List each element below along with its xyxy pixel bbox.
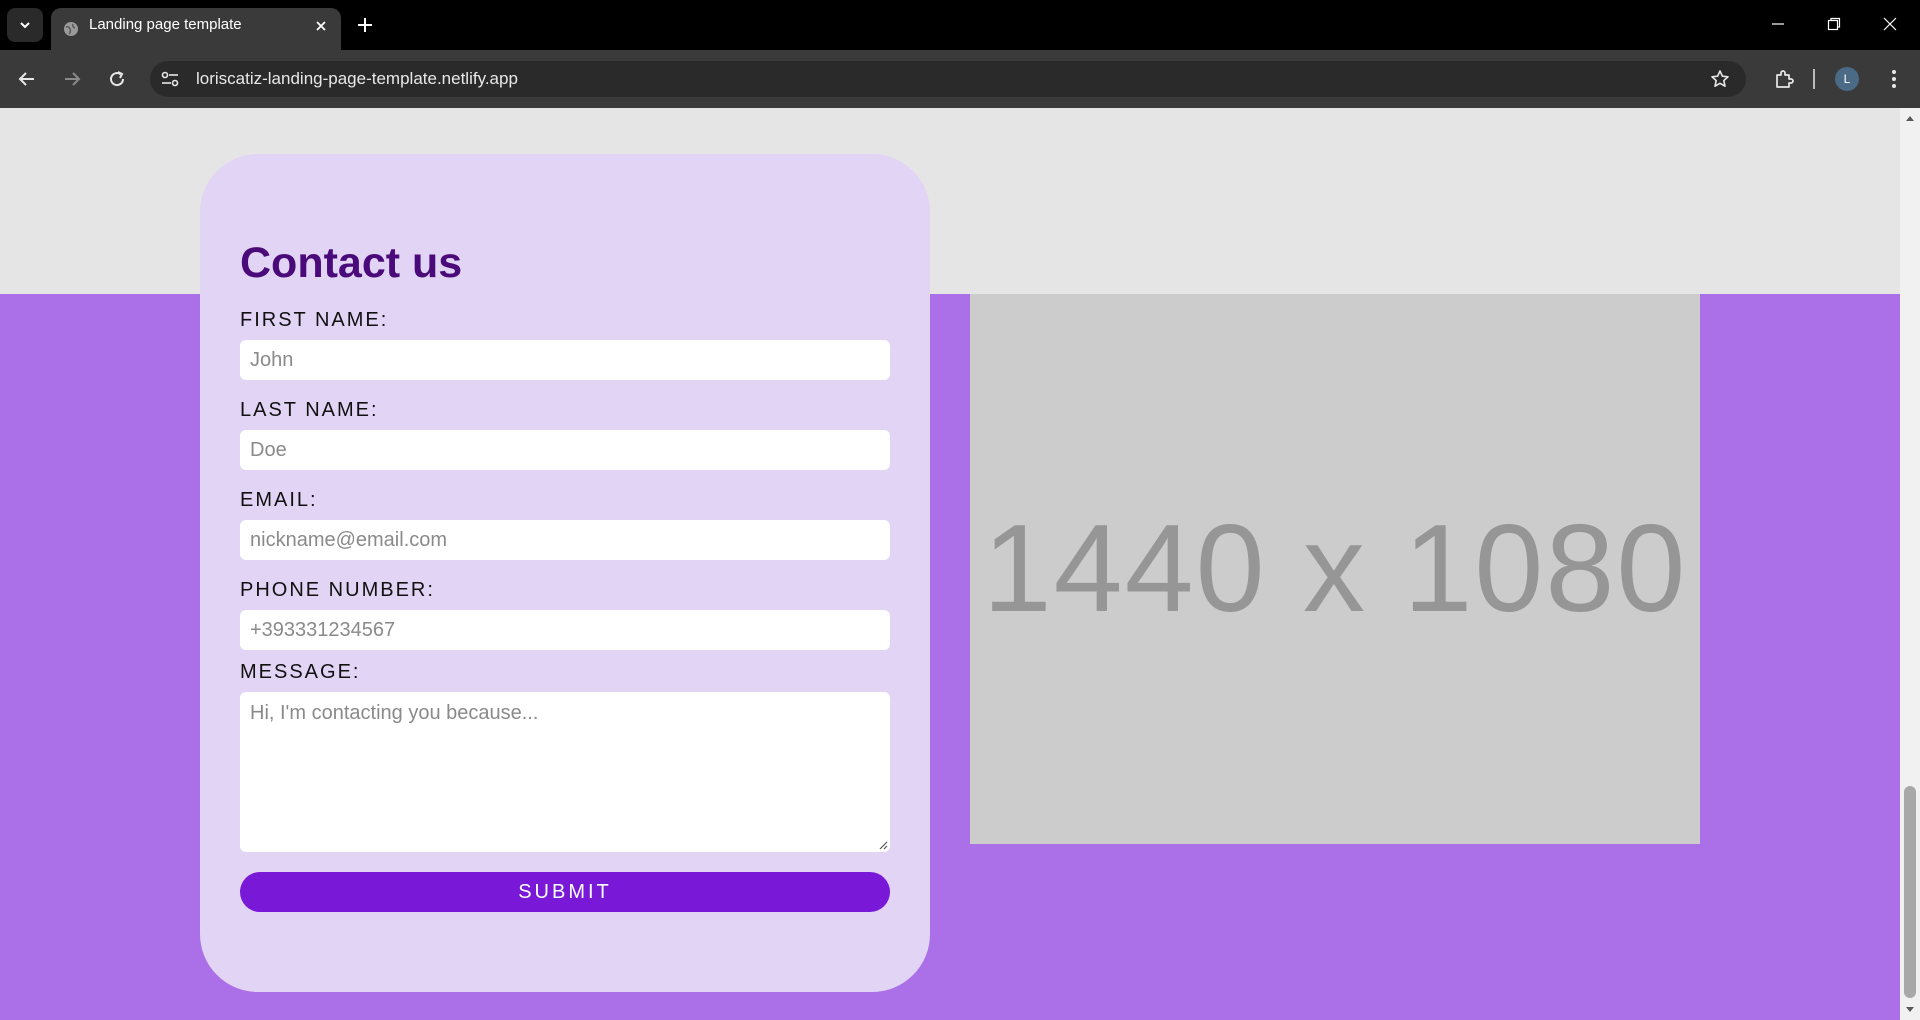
message-label: MESSAGE: (240, 661, 361, 683)
restore-icon (1827, 17, 1841, 31)
arrow-left-icon (18, 72, 34, 86)
puzzle-icon (1776, 70, 1794, 88)
reload-button[interactable] (101, 63, 133, 95)
window-close-button[interactable] (1868, 4, 1912, 44)
reload-icon (110, 71, 125, 87)
forward-button[interactable] (56, 63, 88, 95)
profile-avatar[interactable]: L (1835, 67, 1859, 91)
address-bar[interactable]: loriscatiz-landing-page-template.netlify… (150, 61, 1746, 97)
browser-menu-button[interactable] (1880, 63, 1908, 95)
phone-label: PHONE NUMBER: (240, 579, 435, 601)
browser-tab[interactable]: Landing page template (51, 8, 341, 50)
placeholder-image-text: 1440 x 1080 (982, 500, 1688, 638)
toolbar-divider (1813, 69, 1815, 89)
first-name-input[interactable] (240, 340, 890, 380)
arrow-right-icon (65, 72, 81, 86)
close-icon (316, 21, 326, 31)
browser-toolbar: loriscatiz-landing-page-template.netlify… (0, 50, 1920, 108)
placeholder-image: 1440 x 1080 (970, 294, 1700, 844)
tab-close-button[interactable] (311, 16, 331, 36)
tab-search-button[interactable] (7, 8, 43, 42)
extensions-button[interactable] (1768, 63, 1800, 95)
minimize-icon (1772, 23, 1784, 25)
back-button[interactable] (11, 63, 43, 95)
tab-title: Landing page template (89, 16, 242, 33)
close-icon (1883, 17, 1897, 31)
resize-grip-icon[interactable] (878, 840, 888, 850)
bookmark-star-icon[interactable] (1710, 69, 1730, 89)
submit-button[interactable]: SUBMIT (240, 872, 890, 912)
scrollbar-thumb[interactable] (1904, 786, 1916, 998)
page-viewport: Contact us FIRST NAME: LAST NAME: EMAIL:… (0, 108, 1900, 1020)
new-tab-button[interactable] (354, 12, 376, 38)
first-name-label: FIRST NAME: (240, 309, 389, 331)
scroll-down-arrow-icon[interactable] (1905, 1006, 1915, 1014)
last-name-label: LAST NAME: (240, 399, 379, 421)
contact-form-card: Contact us FIRST NAME: LAST NAME: EMAIL:… (200, 154, 930, 992)
plus-icon (358, 18, 372, 32)
globe-icon (64, 22, 78, 36)
contact-title: Contact us (240, 239, 463, 287)
last-name-input[interactable] (240, 430, 890, 470)
phone-input[interactable] (240, 610, 890, 650)
message-textarea[interactable] (240, 692, 890, 852)
chevron-down-icon (20, 22, 30, 29)
restore-button[interactable] (1812, 4, 1856, 44)
browser-tab-bar: Landing page template (0, 0, 1920, 50)
email-input[interactable] (240, 520, 890, 560)
more-vertical-icon (1892, 70, 1896, 88)
minimize-button[interactable] (1756, 4, 1800, 44)
site-info-icon[interactable] (160, 69, 180, 89)
scroll-up-arrow-icon[interactable] (1905, 114, 1915, 122)
email-label: EMAIL: (240, 489, 318, 511)
url-text: loriscatiz-landing-page-template.netlify… (196, 69, 518, 88)
page-scrollbar[interactable] (1900, 108, 1920, 1020)
